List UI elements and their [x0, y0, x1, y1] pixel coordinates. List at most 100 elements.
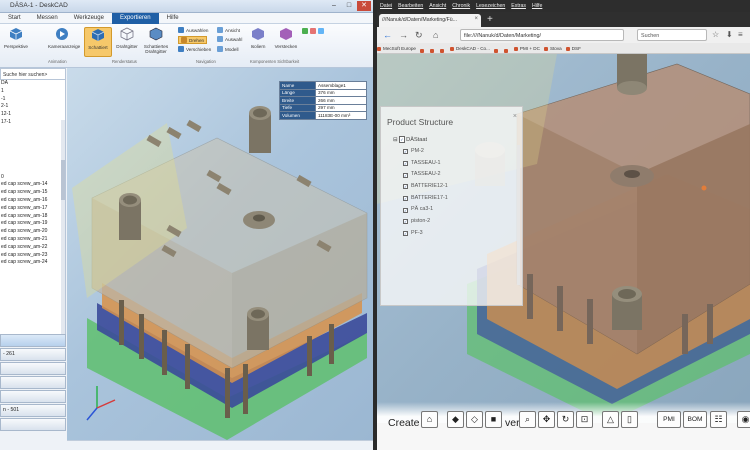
pan-icon[interactable]: ✥ [538, 411, 555, 428]
nav-selection[interactable]: Auswahl [217, 36, 242, 42]
pmi-button[interactable]: PMI [657, 411, 681, 428]
page-icon[interactable]: ▯ [621, 411, 638, 428]
search-input[interactable]: Suchen [637, 29, 707, 41]
address-bar[interactable]: file:////Nanuk/d/Daten/Marketing/ [460, 29, 624, 41]
tree-item[interactable]: ed cap screw_am-18 [0, 213, 65, 221]
nav-rotate[interactable]: Drehen [178, 36, 208, 44]
reload-button[interactable]: ↻ [415, 30, 423, 41]
tree-item[interactable]: ed cap screw_am-17 [0, 205, 65, 213]
tree-item[interactable]: ed cap screw_am-21 [0, 236, 65, 244]
menu-tab-start[interactable]: Start [0, 13, 29, 24]
shaded-button[interactable]: Schattiert [84, 27, 112, 57]
tree-item[interactable]: 17-1 [0, 119, 65, 127]
bookmark-item[interactable]: DSF [565, 46, 585, 51]
menu-extras[interactable]: Extras [508, 3, 529, 9]
tree-item[interactable]: 2-1 [0, 103, 65, 111]
nav-select[interactable]: Auswählen [178, 27, 208, 33]
tree-item[interactable]: DA [0, 80, 65, 88]
tree-root[interactable]: ⊟ ✓ DÄStaat [393, 135, 448, 146]
forward-button[interactable]: → [399, 30, 408, 40]
isolate-button[interactable]: Isoliern [244, 27, 272, 49]
cube-iso-icon[interactable]: ◆ [447, 411, 464, 428]
tree-item[interactable] [0, 150, 65, 158]
cube-solid-icon[interactable]: ■ [485, 411, 502, 428]
menu-datei[interactable]: Datei [377, 3, 395, 9]
panel-header-5[interactable]: n - 501 [0, 404, 66, 417]
bookmark-item[interactable]: DeskCAD - Co... [449, 46, 494, 51]
tree-item[interactable]: ed cap screw_am-15 [0, 189, 65, 197]
product-tree-item[interactable]: ✓ PÄ ca3-1 [393, 204, 448, 216]
rotate-icon[interactable]: ↻ [557, 411, 574, 428]
tree-item[interactable]: ed cap screw_am-23 [0, 252, 65, 260]
menu-tab-exportieren[interactable]: Exportieren [111, 13, 159, 24]
tree-item[interactable]: -1 [0, 96, 65, 104]
product-tree-item[interactable]: ✓ BATTERIE17-1 [393, 193, 448, 205]
home-button[interactable]: ⌂ [433, 30, 438, 40]
browser-tab[interactable]: ///Nanuk/d/Daten/Marketing/Fü... × [379, 14, 481, 27]
tree-search-input[interactable]: Suche hier suchen> [0, 68, 66, 80]
tree-item[interactable]: ed cap screw_am-19 [0, 220, 65, 228]
tree-item[interactable]: ed cap screw_am-16 [0, 197, 65, 205]
panel-scrollbar[interactable] [517, 145, 520, 285]
minimize-button[interactable]: – [327, 1, 341, 11]
bookmark-item[interactable]: PMI + DC [513, 46, 544, 51]
tree-scrollbar[interactable] [61, 120, 65, 335]
measure-icon[interactable]: △ [602, 411, 619, 428]
menu-hilfe[interactable]: Hilfe [529, 3, 545, 9]
menu-tab-hilfe[interactable]: Hilfe [159, 13, 187, 24]
bookmark-star-icon[interactable]: ☆ [712, 30, 719, 39]
tree-item[interactable] [0, 166, 65, 174]
nav-view[interactable]: Ansicht [217, 27, 240, 33]
table-icon[interactable]: ☷ [710, 411, 727, 428]
bookmark-item[interactable]: Stova [543, 46, 566, 51]
panel-header-1[interactable]: - 261 [0, 348, 66, 361]
perspective-button[interactable]: Perspektive [2, 27, 30, 49]
tree-item[interactable] [0, 135, 65, 143]
checkbox[interactable]: ✓ [403, 219, 408, 225]
product-tree-item[interactable]: ✓ BATTERIE12-1 [393, 181, 448, 193]
tree-item[interactable]: ed cap screw_am-24 [0, 259, 65, 267]
cube-front-icon[interactable]: ◇ [466, 411, 483, 428]
scrollbar-thumb[interactable] [61, 160, 65, 200]
panel-header-3[interactable] [0, 376, 66, 389]
tree-item[interactable]: ed cap screw_am-22 [0, 244, 65, 252]
checkbox[interactable]: ✓ [403, 172, 408, 178]
camera-view-button[interactable]: Kameraanzeige [48, 27, 80, 49]
nav-model[interactable]: Modell [217, 46, 239, 52]
maximize-button[interactable]: □ [342, 1, 356, 11]
checkbox[interactable]: ✓ [403, 231, 408, 237]
checkbox[interactable]: ✓ [403, 161, 408, 167]
checkbox[interactable]: ✓ [403, 149, 408, 155]
cad-3d-viewport[interactable]: Name Assemblage1 Länge 376 mm Breite 266 mm Ti… [67, 68, 373, 440]
checkbox[interactable]: ✓ [399, 136, 405, 143]
panel-header-0[interactable] [0, 334, 66, 347]
tree-item[interactable]: ed cap screw_am-14 [0, 181, 65, 189]
product-tree-item[interactable]: ✓ PF-3 [393, 228, 448, 240]
webgl-3d-viewer[interactable]: Product Structure × ⊟ ✓ DÄStaat ✓ PM-2 ✓ TA… [377, 54, 750, 423]
menu-ansicht[interactable]: Ansicht [426, 3, 449, 9]
menu-tab-werkzeuge[interactable]: Werkzeuge [66, 13, 112, 24]
menu-bearbeiten[interactable]: Bearbeiten [395, 3, 426, 9]
tree-item[interactable] [0, 158, 65, 166]
product-tree-item[interactable]: ✓ PM-2 [393, 146, 448, 158]
menu-chronik[interactable]: Chronik [449, 3, 473, 9]
wireframe-button[interactable]: Drahtgitter [113, 27, 141, 49]
zoom-fit-icon[interactable]: ⊡ [576, 411, 593, 428]
checkbox[interactable]: ✓ [403, 196, 408, 202]
product-tree-item[interactable]: ✓ TASSEAU-1 [393, 158, 448, 170]
tree-item[interactable] [0, 127, 65, 135]
menu-icon[interactable]: ≡ [738, 30, 743, 39]
camera-icon[interactable]: ◉ [737, 411, 750, 428]
close-panel-icon[interactable]: × [513, 113, 517, 120]
new-tab-button[interactable]: + [487, 14, 493, 25]
zoom-icon[interactable]: ⌕ [519, 411, 536, 428]
product-tree-item[interactable]: ✓ TASSEAU-2 [393, 169, 448, 181]
downloads-icon[interactable]: ⬇ [726, 30, 733, 39]
shaded-wireframe-button[interactable]: Schattiertes Drahtgitter [142, 27, 170, 54]
visibility-options[interactable] [302, 28, 324, 34]
back-button[interactable]: ← [383, 30, 392, 40]
hide-button[interactable]: Verstecken [272, 27, 300, 49]
close-tab-icon[interactable]: × [474, 16, 478, 22]
bom-button[interactable]: BOM [683, 411, 707, 428]
tree-item[interactable]: 1 [0, 88, 65, 96]
